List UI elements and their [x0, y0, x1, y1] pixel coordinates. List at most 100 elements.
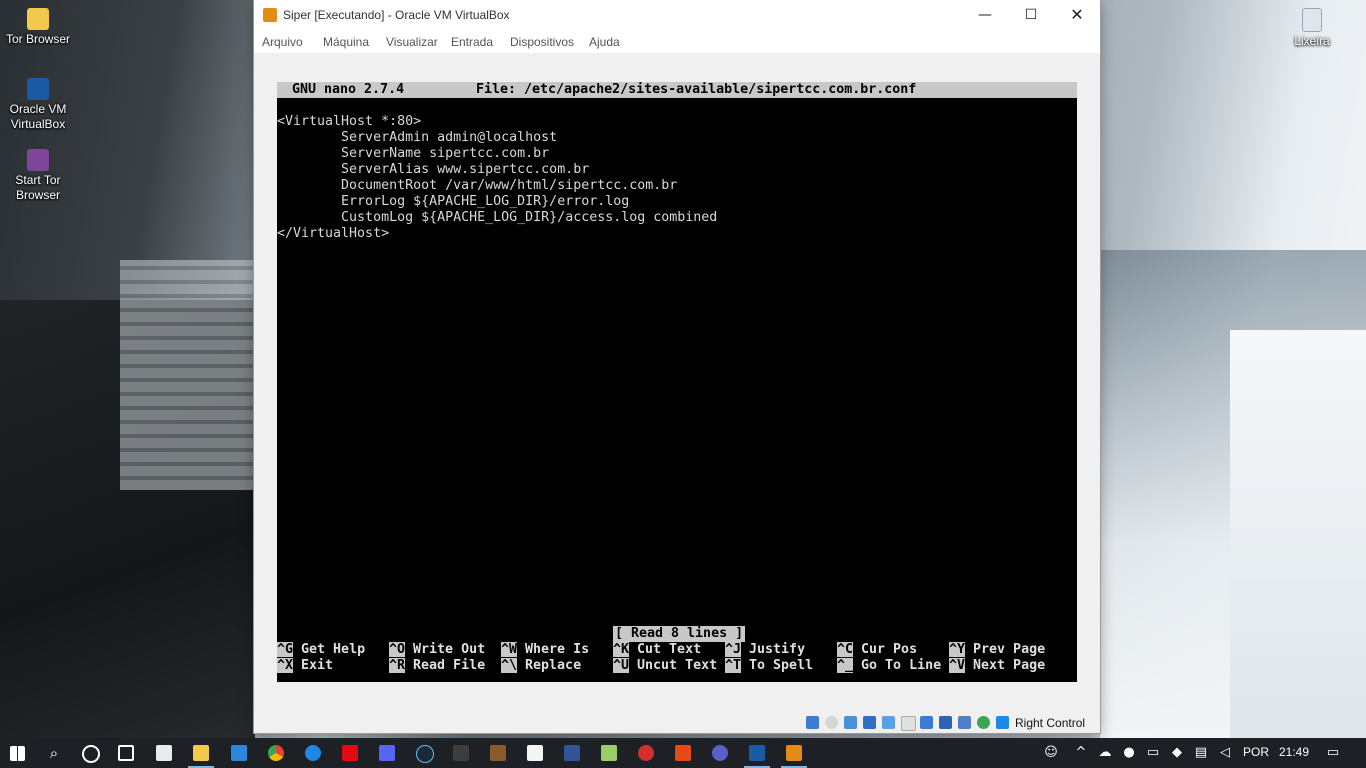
- mail-icon[interactable]: [231, 745, 247, 761]
- editor-line: ServerAlias www.sipertcc.com.br: [277, 162, 590, 177]
- display-icon[interactable]: [920, 716, 933, 729]
- desktop-icon-start-tor[interactable]: Start Tor Browser: [0, 149, 76, 203]
- ubuntu-icon[interactable]: [638, 745, 654, 761]
- notepad-icon[interactable]: [527, 745, 543, 761]
- recording-icon[interactable]: [939, 716, 952, 729]
- start-windows-icon[interactable]: [10, 746, 25, 761]
- shortcut-replace[interactable]: ^\ Replace: [501, 658, 581, 674]
- office-icon[interactable]: [675, 745, 691, 761]
- menu-visualizar[interactable]: Visualizar: [386, 35, 438, 49]
- discord-icon[interactable]: [379, 745, 395, 761]
- desktop-icon-tor-folder[interactable]: Tor Browser: [0, 8, 76, 47]
- file-explorer-icon[interactable]: [193, 745, 209, 761]
- microphone-icon[interactable]: ●: [1122, 746, 1136, 760]
- desktop-icon-label: Oracle VM VirtualBox: [9, 102, 67, 131]
- editor-line: CustomLog ${APACHE_LOG_DIR}/access.log c…: [277, 210, 718, 225]
- shortcut-read-file[interactable]: ^R Read File: [389, 658, 485, 674]
- shortcut-to-spell[interactable]: ^T To Spell: [725, 658, 813, 674]
- shortcut-write-out[interactable]: ^O Write Out: [389, 642, 485, 658]
- recycle-bin-icon: [1302, 8, 1322, 32]
- vm-status-bar: Right Control: [254, 712, 1100, 733]
- nano-version: GNU nano 2.7.4: [292, 82, 405, 97]
- editor-line: <VirtualHost *:80>: [277, 114, 422, 129]
- shortcut-uncut-text[interactable]: ^U Uncut Text: [613, 658, 717, 674]
- volume-icon[interactable]: ◁: [1218, 746, 1232, 760]
- nano-header: GNU nano 2.7.4 File: /etc/apache2/sites-…: [277, 82, 1077, 98]
- shortcut-go-to-line[interactable]: ^_ Go To Line: [837, 658, 941, 674]
- shortcut-next-page[interactable]: ^V Next Page: [949, 658, 1045, 674]
- shortcut-cut-text[interactable]: ^K Cut Text: [613, 642, 701, 658]
- wallpaper-paper: [1230, 330, 1366, 740]
- network-icon[interactable]: [863, 716, 876, 729]
- onedrive-icon[interactable]: ☁: [1098, 746, 1112, 760]
- usb-icon[interactable]: [882, 716, 895, 729]
- desktop-icon-label: Start Tor Browser: [15, 173, 61, 202]
- virtualization-icon[interactable]: [958, 716, 971, 729]
- shortcut-exit[interactable]: ^X Exit: [277, 658, 333, 674]
- editor-line: </VirtualHost>: [277, 226, 390, 241]
- mouse-integration-icon[interactable]: [996, 716, 1009, 729]
- editor-line: ErrorLog ${APACHE_LOG_DIR}/error.log: [277, 194, 630, 209]
- maximize-button[interactable]: ☐: [1008, 0, 1054, 31]
- virtualbox-window: Siper [Executando] - Oracle VM VirtualBo…: [254, 0, 1100, 733]
- chevron-up-icon[interactable]: ^: [1074, 746, 1088, 760]
- shortcut-justify[interactable]: ^J Justify: [725, 642, 805, 658]
- guest-additions-icon[interactable]: [977, 716, 990, 729]
- netflix-icon[interactable]: [342, 745, 358, 761]
- editor-line: DocumentRoot /var/www/html/sipertcc.com.…: [277, 178, 678, 193]
- nano-file-path: File: /etc/apache2/sites-available/siper…: [476, 82, 917, 97]
- shortcut-cur-pos[interactable]: ^C Cur Pos: [837, 642, 917, 658]
- window-title: Siper [Executando] - Oracle VM VirtualBo…: [283, 8, 510, 22]
- cortana-icon[interactable]: [82, 745, 100, 763]
- guest-terminal[interactable]: GNU nano 2.7.4 File: /etc/apache2/sites-…: [277, 82, 1077, 682]
- game-icon[interactable]: [453, 745, 469, 761]
- menu-maquina[interactable]: Máquina: [323, 35, 369, 49]
- nano-status-message: [ Read 8 lines ]: [613, 626, 746, 642]
- defender-icon[interactable]: ◆: [1170, 746, 1184, 760]
- app-icon[interactable]: [564, 745, 580, 761]
- close-button[interactable]: ✕: [1054, 0, 1100, 31]
- shortcut-get-help[interactable]: ^G Get Help: [277, 642, 365, 658]
- desktop-icon-virtualbox[interactable]: Oracle VM VirtualBox: [0, 78, 76, 132]
- virtualbox-icon: [27, 78, 49, 100]
- tool-icon[interactable]: [601, 745, 617, 761]
- desktop-icon-label: Tor Browser: [5, 32, 70, 46]
- task-view-icon[interactable]: [118, 745, 134, 761]
- people-icon[interactable]: ☺: [1044, 746, 1058, 760]
- steam-icon[interactable]: [416, 745, 434, 763]
- chrome-icon[interactable]: [268, 745, 284, 761]
- audio-icon[interactable]: [844, 716, 857, 729]
- desktop-icon-label: Lixeira: [1294, 34, 1330, 48]
- shortcut-prev-page[interactable]: ^Y Prev Page: [949, 642, 1045, 658]
- taskbar: ⌕ ☺ ^ ☁ ● ▭ ◆ ▤ ◁ POR 21:49 ▭: [0, 738, 1366, 768]
- virtualbox-taskbar-icon[interactable]: [749, 745, 765, 761]
- menu-dispositivos[interactable]: Dispositivos: [510, 35, 574, 49]
- menu-arquivo[interactable]: Arquivo: [262, 35, 303, 49]
- window-titlebar[interactable]: Siper [Executando] - Oracle VM VirtualBo…: [254, 0, 1100, 31]
- editor-line: ServerName sipertcc.com.br: [277, 146, 550, 161]
- wallpaper-keyboard: [120, 260, 255, 490]
- notifications-icon[interactable]: ▭: [1326, 746, 1340, 760]
- shared-folders-icon[interactable]: [901, 716, 916, 731]
- host-key-label[interactable]: Right Control: [1015, 716, 1085, 730]
- editor-line: ServerAdmin admin@localhost: [277, 130, 558, 145]
- minecraft-icon[interactable]: [490, 745, 506, 761]
- language-indicator[interactable]: POR: [1243, 745, 1269, 759]
- store-icon[interactable]: [156, 745, 172, 761]
- hard-disk-icon[interactable]: [806, 716, 819, 729]
- optical-drive-icon[interactable]: [825, 716, 838, 729]
- network-tray-icon[interactable]: ▤: [1194, 746, 1208, 760]
- menu-ajuda[interactable]: Ajuda: [589, 35, 620, 49]
- vm-window-taskbar-icon[interactable]: [786, 745, 802, 761]
- edge-icon[interactable]: [305, 745, 321, 761]
- battery-icon[interactable]: ▭: [1146, 746, 1160, 760]
- clock[interactable]: 21:49: [1279, 745, 1309, 759]
- shortcut-where-is[interactable]: ^W Where Is: [501, 642, 589, 658]
- folder-icon: [27, 8, 49, 30]
- menu-entrada[interactable]: Entrada: [451, 35, 493, 49]
- minimize-button[interactable]: —: [962, 0, 1008, 31]
- teams-icon[interactable]: [712, 745, 728, 761]
- menubar: Arquivo Máquina Visualizar Entrada Dispo…: [254, 31, 1100, 53]
- search-icon[interactable]: ⌕: [47, 746, 61, 761]
- desktop-icon-recycle-bin[interactable]: Lixeira: [1274, 8, 1350, 49]
